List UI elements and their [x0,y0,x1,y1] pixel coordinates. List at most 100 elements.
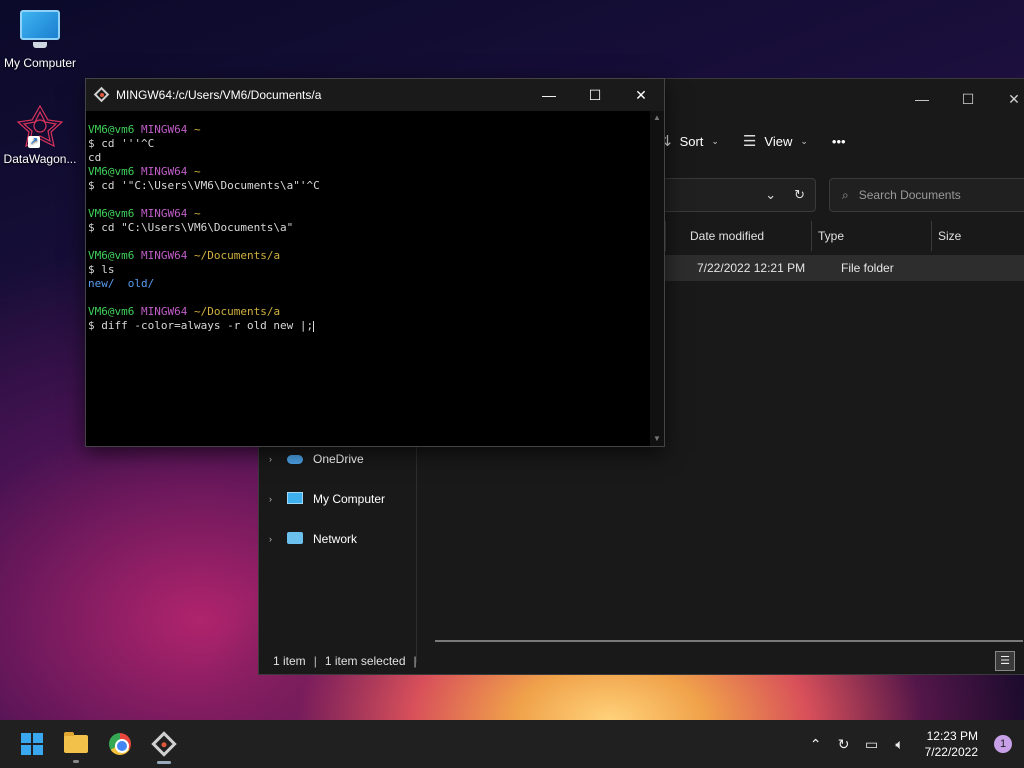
terminal-minimize-button[interactable]: — [526,79,572,111]
prompt-dir: ~/Documents/a [193,249,281,262]
clock[interactable]: 12:23 PM 7/22/2022 [925,728,978,760]
more-options-button[interactable]: ••• [832,134,846,149]
prompt-user: VM6@vm6 [88,123,135,136]
chevron-right-icon[interactable]: › [269,534,279,544]
scroll-down-icon[interactable]: ▼ [650,432,664,446]
prompt-user: VM6@vm6 [88,165,135,178]
sort-label: Sort [679,133,704,149]
terminal-command: $ cd '''^C [88,137,155,150]
desktop-icon-datawagon[interactable]: ↗ DataWagon... [0,104,80,166]
prompt-dir: ~ [193,165,201,178]
status-item-count: 1 item [273,654,306,668]
shortcut-arrow-icon: ↗ [28,136,40,148]
prompt-dir: ~/Documents/a [193,305,281,318]
clock-time: 12:23 PM [926,729,978,743]
dir-entry: old/ [127,277,155,290]
column-header-size[interactable]: Size [931,221,1024,251]
desktop-icon-label: DataWagon... [3,152,77,166]
column-headers: Date modified Type Size [665,221,1024,251]
refresh-icon[interactable]: ↻ [794,187,805,203]
cell-type: File folder [841,261,894,275]
address-bar[interactable]: ⌄ ↻ [651,178,816,212]
network-icon [287,532,305,546]
taskbar: ⌃ ↻ ▭ 🔈︎ 12:23 PM 7/22/2022 1 [0,720,1024,768]
table-row[interactable]: 7/22/2022 12:21 PM File folder [665,255,1024,281]
clock-date: 7/22/2022 [924,745,978,759]
prompt-user: VM6@vm6 [88,207,135,220]
terminal-window[interactable]: MINGW64:/c/Users/VM6/Documents/a — ☐ ✕ V… [85,78,665,447]
prompt-user: VM6@vm6 [88,305,135,318]
chevron-right-icon[interactable]: › [269,454,279,464]
prompt-user: VM6@vm6 [88,249,135,262]
terminal-command: $ diff -color=always -r old new |; [88,319,314,332]
dir-entry: new/ [88,277,115,290]
prompt-host: MINGW64 [140,249,188,262]
explorer-minimize-button[interactable]: — [899,83,945,115]
chevron-down-icon[interactable]: ⌄ [765,187,776,203]
volume-icon[interactable]: 🔈︎ [891,736,909,753]
chevron-up-icon[interactable]: ⌃ [807,736,825,753]
taskbar-git-bash[interactable] [144,724,184,764]
chevron-down-icon: ⌄ [800,135,808,146]
text-cursor [313,320,315,332]
terminal-title: MINGW64:/c/Users/VM6/Documents/a [116,88,322,102]
terminal-command: $ cd "C:\Users\VM6\Documents\a" [88,221,294,234]
chrome-icon [109,733,131,755]
desktop-icon-label: My Computer [3,56,77,70]
navigation-pane: › OneDrive › My Computer › Network [259,439,417,663]
terminal-output[interactable]: VM6@vm6 MINGW64 ~ $ cd '''^C cd VM6@vm6 … [86,111,652,446]
chevron-down-icon: ⌄ [711,135,719,146]
view-list-icon: ☰ [742,133,757,150]
column-header-date-modified[interactable]: Date modified [665,221,811,251]
computer-icon [287,492,305,506]
prompt-dir: ~ [193,207,201,220]
details-view-icon[interactable]: ☰ [995,651,1015,671]
terminal-close-button[interactable]: ✕ [618,79,664,111]
system-tray: ⌃ ↻ ▭ 🔈︎ 12:23 PM 7/22/2022 1 [807,720,1024,768]
explorer-toolbar: ⇅ Sort ⌄ ☰ View ⌄ ••• [659,123,846,159]
terminal-titlebar[interactable]: MINGW64:/c/Users/VM6/Documents/a — ☐ ✕ [86,79,664,111]
cloud-icon [287,452,305,466]
nav-item-label: OneDrive [313,452,364,466]
prompt-host: MINGW64 [140,207,188,220]
view-label: View [764,133,793,149]
git-bash-icon [151,731,177,757]
terminal-scrollbar[interactable]: ▲ ▼ [650,111,664,446]
chevron-right-icon[interactable]: › [269,494,279,504]
taskbar-chrome[interactable] [100,724,140,764]
status-separator: | [413,654,417,668]
nav-item-label: My Computer [313,492,386,506]
nav-item-my-computer[interactable]: › My Computer [259,479,416,519]
notification-badge[interactable]: 1 [994,735,1012,753]
explorer-maximize-button[interactable]: ☐ [945,83,991,115]
search-placeholder: Search Documents [858,188,961,202]
sort-button[interactable]: ⇅ Sort ⌄ [659,132,719,150]
datawagon-icon: ↗ [16,104,64,148]
folder-icon [64,732,88,753]
nav-item-network[interactable]: › Network [259,519,416,559]
update-icon[interactable]: ↻ [835,736,853,753]
windows-start-icon [21,733,43,755]
terminal-command: $ cd '"C:\Users\VM6\Documents\a"'^C [88,179,320,192]
status-separator: | [313,654,317,668]
git-bash-icon [93,86,110,103]
horizontal-scrollbar[interactable] [435,640,1023,642]
view-button[interactable]: ☰ View ⌄ [743,132,808,150]
prompt-host: MINGW64 [140,305,188,318]
desktop-icon-my-computer[interactable]: My Computer [0,8,80,70]
prompt-host: MINGW64 [140,123,188,136]
terminal-command: $ ls [88,263,115,276]
terminal-line: cd [88,151,102,164]
terminal-maximize-button[interactable]: ☐ [572,79,618,111]
scroll-up-icon[interactable]: ▲ [650,111,664,125]
explorer-close-button[interactable]: ✕ [991,83,1024,115]
more-icon: ••• [831,133,846,149]
start-button[interactable] [12,724,52,764]
nav-item-label: Network [313,532,358,546]
taskbar-file-explorer[interactable] [56,724,96,764]
cell-date-modified: 7/22/2022 12:21 PM [697,261,806,275]
search-input[interactable]: ⌕ Search Documents [829,178,1024,212]
view-toggle: ☰ [995,651,1015,671]
column-header-type[interactable]: Type [811,221,931,251]
network-icon[interactable]: ▭ [863,736,881,753]
